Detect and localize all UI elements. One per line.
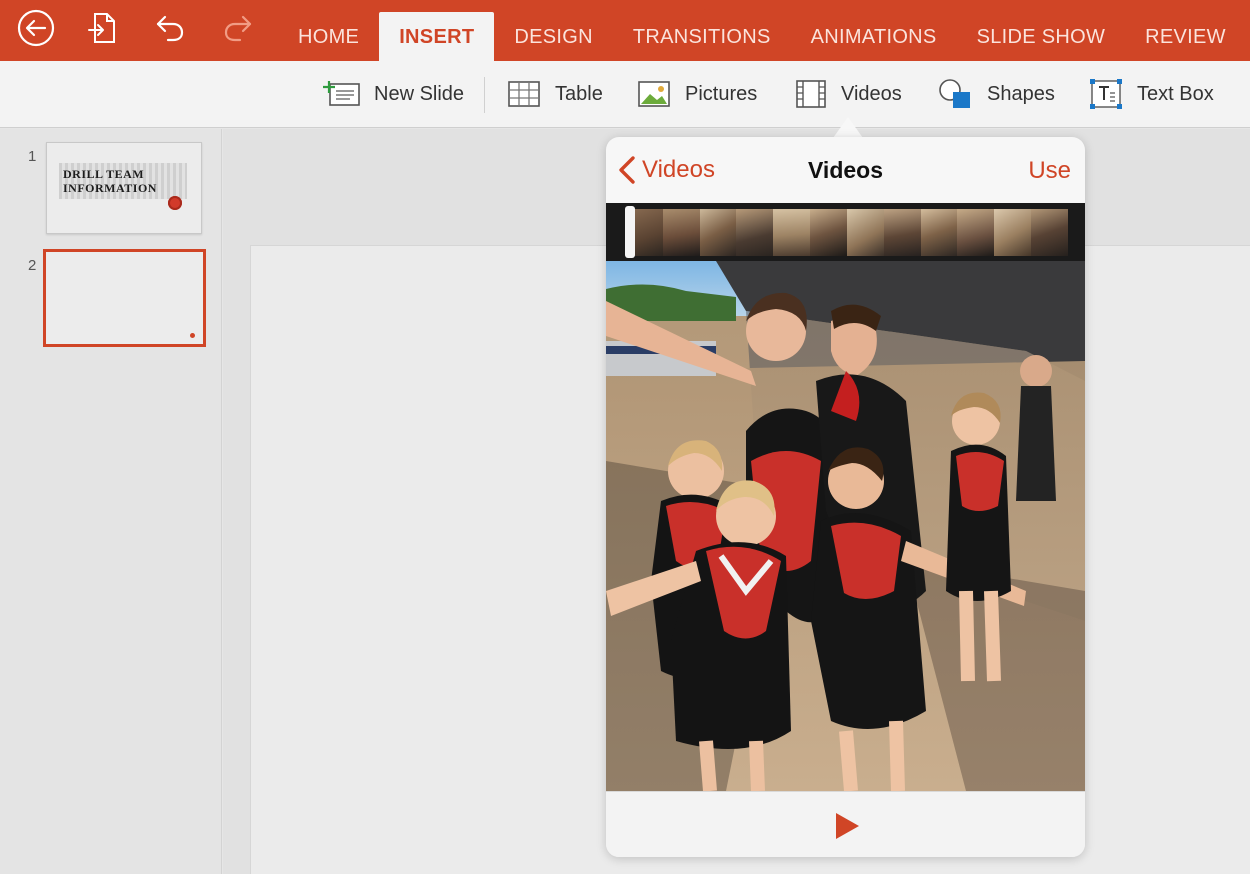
text-box-button[interactable]: Text Box xyxy=(1089,74,1214,114)
slide-banner: DRILL TEAM INFORMATION xyxy=(59,163,187,199)
ribbon-divider xyxy=(484,77,485,113)
tab-slide-show[interactable]: SLIDE SHOW xyxy=(957,0,1126,61)
table-label: Table xyxy=(555,82,603,105)
tab-transitions[interactable]: TRANSITIONS xyxy=(613,0,791,61)
videos-icon xyxy=(796,80,826,108)
ribbon-tabs: HOME INSERT DESIGN TRANSITIONS ANIMATION… xyxy=(278,0,1246,61)
back-circle-icon[interactable] xyxy=(16,8,56,48)
slide-number: 2 xyxy=(28,257,37,274)
frame-strip xyxy=(626,209,1068,256)
playback-bar xyxy=(606,791,1085,857)
new-slide-button[interactable]: New Slide xyxy=(322,74,464,114)
tab-animations[interactable]: ANIMATIONS xyxy=(791,0,957,61)
table-icon xyxy=(508,81,540,107)
tab-design[interactable]: DESIGN xyxy=(494,0,612,61)
record-dot-icon xyxy=(168,196,182,210)
video-frame-scrubber[interactable] xyxy=(606,203,1085,261)
play-icon[interactable] xyxy=(831,811,861,841)
undo-icon[interactable] xyxy=(150,8,190,48)
table-button[interactable]: Table xyxy=(507,74,603,114)
popover-arrow xyxy=(833,117,863,138)
text-box-label: Text Box xyxy=(1137,82,1214,105)
pictures-button[interactable]: Pictures xyxy=(637,74,757,114)
slide-thumbnail-1[interactable]: DRILL TEAM INFORMATION xyxy=(46,142,202,234)
slide-number: 1 xyxy=(28,148,37,165)
pictures-icon xyxy=(638,81,670,107)
new-slide-label: New Slide xyxy=(374,82,465,105)
slide-title-line-1: DRILL TEAM xyxy=(63,167,145,181)
scrubber-handle[interactable] xyxy=(625,206,635,258)
videos-popover: Videos Videos Use xyxy=(606,137,1085,857)
tab-review[interactable]: REVIEW xyxy=(1125,0,1246,61)
tab-insert[interactable]: INSERT xyxy=(379,12,495,61)
slide-thumbnail-2-selected[interactable] xyxy=(43,249,206,347)
video-preview[interactable] xyxy=(606,261,1085,791)
file-export-icon[interactable] xyxy=(82,8,122,48)
text-box-icon xyxy=(1090,79,1122,109)
slide-thumbnail-pane: 1 DRILL TEAM INFORMATION 2 xyxy=(0,129,222,874)
tab-home[interactable]: HOME xyxy=(278,0,379,61)
slide-title-line-2: INFORMATION xyxy=(63,181,157,195)
back-to-videos-button[interactable]: Videos xyxy=(618,153,715,187)
chevron-left-icon xyxy=(619,156,635,184)
use-button[interactable]: Use xyxy=(1028,157,1071,185)
videos-button[interactable]: Videos xyxy=(795,74,902,114)
insert-ribbon: New Slide Table Pictures Videos Shapes T… xyxy=(0,61,1250,128)
redo-icon[interactable] xyxy=(218,8,258,48)
shapes-icon xyxy=(939,79,970,108)
slide-indicator-dot-icon xyxy=(190,333,195,338)
videos-label: Videos xyxy=(841,82,902,105)
back-label: Videos xyxy=(642,156,715,183)
popover-header: Videos Videos Use xyxy=(606,137,1085,203)
title-bar: HOME INSERT DESIGN TRANSITIONS ANIMATION… xyxy=(0,0,1250,61)
shapes-button[interactable]: Shapes xyxy=(937,74,1055,114)
pictures-label: Pictures xyxy=(685,82,758,105)
shapes-label: Shapes xyxy=(987,82,1055,105)
new-slide-icon xyxy=(323,81,360,106)
